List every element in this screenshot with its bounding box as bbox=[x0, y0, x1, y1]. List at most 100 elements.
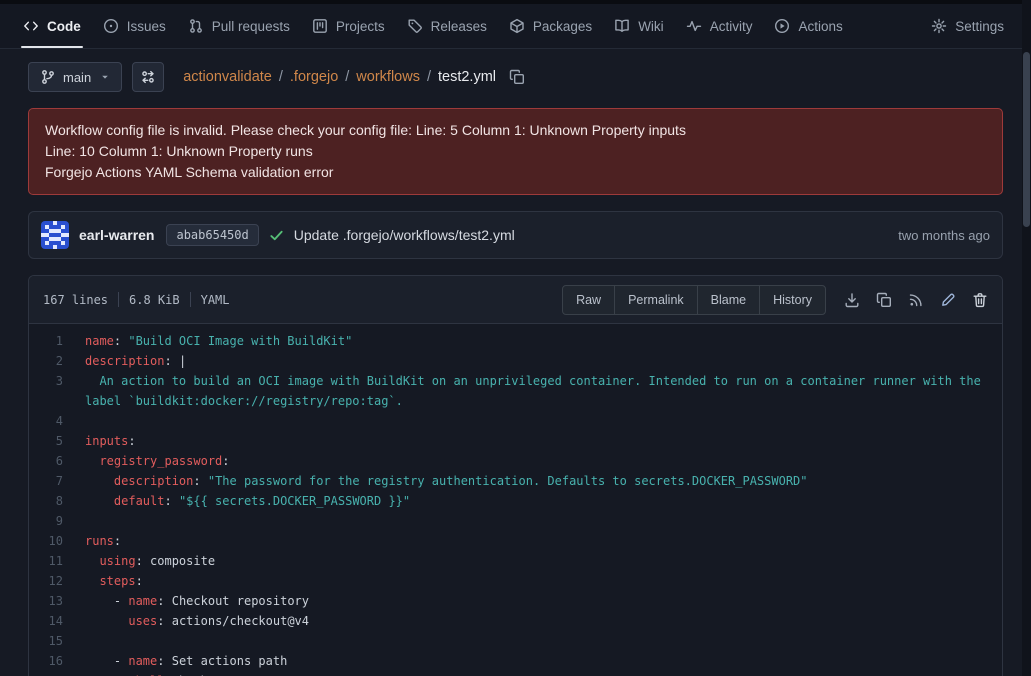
line-number[interactable]: 5 bbox=[29, 431, 85, 451]
tab-wiki[interactable]: Wiki bbox=[603, 4, 675, 48]
project-icon bbox=[312, 18, 328, 34]
code-view: 1name: "Build OCI Image with BuildKit"2d… bbox=[29, 324, 1002, 676]
book-icon bbox=[614, 18, 630, 34]
line-number[interactable]: 9 bbox=[29, 511, 85, 531]
tab-code[interactable]: Code bbox=[12, 4, 92, 48]
rss-icon[interactable] bbox=[908, 292, 924, 308]
code-line: 9 bbox=[29, 511, 1002, 531]
commit-message[interactable]: Update .forgejo/workflows/test2.yml bbox=[294, 227, 515, 243]
line-number[interactable]: 12 bbox=[29, 571, 85, 591]
branch-selector[interactable]: main bbox=[28, 62, 122, 92]
code-line: 6 registry_password: bbox=[29, 451, 1002, 471]
pulse-icon bbox=[686, 18, 702, 34]
commit-hash[interactable]: abab65450d bbox=[166, 224, 258, 246]
tab-pull-requests[interactable]: Pull requests bbox=[177, 4, 301, 48]
permalink-button[interactable]: Permalink bbox=[614, 285, 698, 315]
tab-settings[interactable]: Settings bbox=[920, 4, 1015, 48]
tab-label: Projects bbox=[336, 19, 385, 34]
line-content: uses: actions/checkout@v4 bbox=[85, 611, 1002, 631]
tab-projects[interactable]: Projects bbox=[301, 4, 396, 48]
code-line: 14 uses: actions/checkout@v4 bbox=[29, 611, 1002, 631]
copy-path-button[interactable] bbox=[509, 69, 525, 85]
breadcrumb-segment[interactable]: .forgejo bbox=[290, 69, 338, 85]
file-size: 6.8 KiB bbox=[129, 293, 180, 307]
line-content: - name: Checkout repository bbox=[85, 591, 1002, 611]
edit-icon[interactable] bbox=[940, 292, 956, 308]
line-content: using: composite bbox=[85, 551, 1002, 571]
history-button[interactable]: History bbox=[759, 285, 826, 315]
tab-activity[interactable]: Activity bbox=[675, 4, 764, 48]
line-number[interactable]: 6 bbox=[29, 451, 85, 471]
breadcrumb-separator: / bbox=[345, 69, 349, 85]
error-line: Line: 10 Column 1: Unknown Property runs bbox=[45, 141, 986, 162]
tab-releases[interactable]: Releases bbox=[396, 4, 498, 48]
breadcrumb-segment[interactable]: actionvalidate bbox=[183, 69, 272, 85]
code-line: 7 description: "The password for the reg… bbox=[29, 471, 1002, 491]
file-lines-count: 167 lines bbox=[43, 293, 108, 307]
line-number[interactable]: 14 bbox=[29, 611, 85, 631]
main-navbar: CodeIssues Pull requests Projects Releases P… bbox=[0, 4, 1031, 49]
line-content: An action to build an OCI image with Bui… bbox=[85, 371, 1002, 411]
tab-packages[interactable]: Packages bbox=[498, 4, 603, 48]
line-number[interactable]: 3 bbox=[29, 371, 85, 391]
repo-bar: main actionvalidate/.forgejo/workflows/t… bbox=[0, 49, 1031, 103]
tab-label: Activity bbox=[710, 19, 753, 34]
tab-actions[interactable]: Actions bbox=[763, 4, 853, 48]
commit-time: two months ago bbox=[898, 228, 990, 243]
avatar[interactable] bbox=[41, 221, 69, 249]
compare-button[interactable] bbox=[132, 62, 164, 92]
line-number[interactable]: 4 bbox=[29, 411, 85, 431]
tab-label: Pull requests bbox=[212, 19, 290, 34]
commit-author[interactable]: earl-warren bbox=[79, 227, 154, 243]
divider bbox=[190, 292, 191, 307]
download-icon[interactable] bbox=[844, 292, 860, 308]
line-content: steps: bbox=[85, 571, 1002, 591]
line-number[interactable]: 15 bbox=[29, 631, 85, 651]
divider bbox=[118, 292, 119, 307]
tab-label: Releases bbox=[431, 19, 487, 34]
line-content: registry_password: bbox=[85, 451, 1002, 471]
error-banner-text: Workflow config file is invalid. Please … bbox=[45, 120, 986, 183]
code-line: 17 shell: bash bbox=[29, 671, 1002, 676]
scrollbar[interactable] bbox=[1022, 0, 1031, 676]
breadcrumb-separator: / bbox=[279, 69, 283, 85]
compare-icon bbox=[140, 69, 156, 85]
play-icon bbox=[774, 18, 790, 34]
line-number[interactable]: 1 bbox=[29, 331, 85, 351]
delete-icon[interactable] bbox=[972, 292, 988, 308]
pull-request-icon bbox=[188, 18, 204, 34]
branch-name: main bbox=[63, 70, 91, 85]
code-line: 15 bbox=[29, 631, 1002, 651]
file-language: YAML bbox=[201, 293, 230, 307]
line-number[interactable]: 16 bbox=[29, 651, 85, 671]
tab-label: Actions bbox=[798, 19, 842, 34]
breadcrumb-segment[interactable]: workflows bbox=[356, 69, 420, 85]
tab-issues[interactable]: Issues bbox=[92, 4, 177, 48]
copy-icon[interactable] bbox=[876, 292, 892, 308]
issue-icon bbox=[103, 18, 119, 34]
code-line: 1name: "Build OCI Image with BuildKit" bbox=[29, 331, 1002, 351]
tag-icon bbox=[407, 18, 423, 34]
line-number[interactable]: 11 bbox=[29, 551, 85, 571]
line-content: inputs: bbox=[85, 431, 1002, 451]
line-number[interactable]: 10 bbox=[29, 531, 85, 551]
line-number[interactable]: 17 bbox=[29, 671, 85, 676]
code-line: 12 steps: bbox=[29, 571, 1002, 591]
line-number[interactable]: 13 bbox=[29, 591, 85, 611]
line-number[interactable]: 8 bbox=[29, 491, 85, 511]
error-line: Workflow config file is invalid. Please … bbox=[45, 120, 986, 141]
blame-button[interactable]: Blame bbox=[697, 285, 760, 315]
line-number[interactable]: 7 bbox=[29, 471, 85, 491]
commit-box: earl-warren abab65450d Update .forgejo/w… bbox=[28, 211, 1003, 259]
line-number[interactable]: 2 bbox=[29, 351, 85, 371]
code-line: 8 default: "${{ secrets.DOCKER_PASSWORD … bbox=[29, 491, 1002, 511]
breadcrumb: actionvalidate/.forgejo/workflows/test2.… bbox=[183, 69, 496, 85]
code-line: 13 - name: Checkout repository bbox=[29, 591, 1002, 611]
code-line: 11 using: composite bbox=[29, 551, 1002, 571]
raw-button[interactable]: Raw bbox=[562, 285, 615, 315]
code-line: 16 - name: Set actions path bbox=[29, 651, 1002, 671]
scrollbar-thumb[interactable] bbox=[1023, 52, 1030, 227]
code-icon bbox=[23, 18, 39, 34]
check-icon bbox=[269, 228, 284, 243]
line-content: name: "Build OCI Image with BuildKit" bbox=[85, 331, 1002, 351]
